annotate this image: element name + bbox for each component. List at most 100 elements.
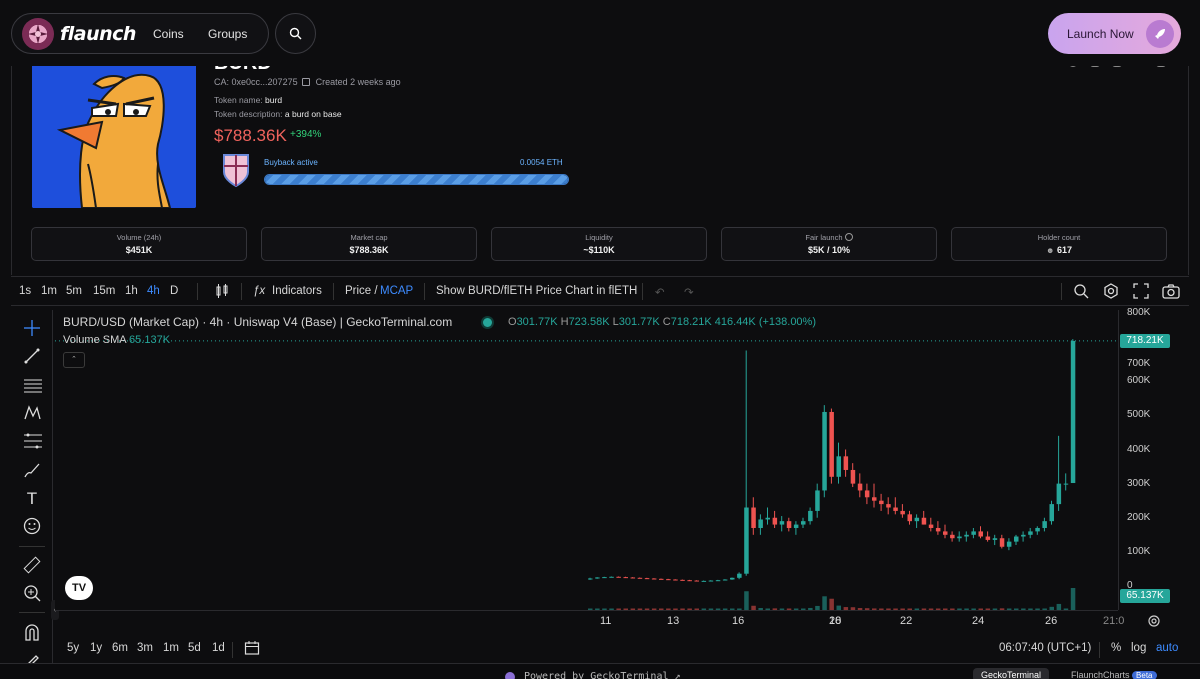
candle (950, 531, 955, 610)
zoom-icon[interactable] (1073, 283, 1089, 302)
token-panel: BURD CA: 0xe0cc...207275 Created 2 weeks… (11, 52, 1189, 275)
candle (957, 531, 962, 610)
live-status-dot (483, 318, 492, 327)
volume-bar (829, 598, 834, 610)
stat-label: Market cap (350, 233, 388, 242)
log-toggle[interactable]: log (1131, 642, 1146, 654)
search-icon (289, 27, 302, 40)
powered-by-text[interactable]: Powered by GeckoTerminal ↗ (524, 671, 681, 679)
stat-market-cap: Market cap $788.36K (261, 227, 477, 261)
candle (744, 350, 749, 610)
y-tick: 400K (1127, 444, 1151, 455)
ca-value[interactable]: 0xe0cc...207275 (232, 77, 298, 87)
axis-settings-icon[interactable] (1147, 614, 1161, 628)
interval-1s[interactable]: 1s (19, 285, 31, 297)
ruler-icon[interactable] (23, 556, 41, 574)
x-tick: 20 (829, 615, 842, 627)
candle (687, 579, 692, 610)
stat-volume: Volume (24h) $451K (31, 227, 247, 261)
stat-label-row: Fair launch (722, 233, 936, 242)
copy-icon[interactable] (302, 78, 311, 86)
horizontal-lines-icon[interactable] (23, 376, 42, 394)
auto-toggle[interactable]: auto (1156, 642, 1178, 654)
indicators-icon[interactable]: ƒx (253, 285, 265, 297)
y-tick: 600K (1127, 375, 1151, 386)
candle (864, 483, 870, 610)
range-1m[interactable]: 1m (163, 642, 179, 654)
last-price-tag: 718.21K (1120, 334, 1170, 348)
launch-now-button[interactable]: Launch Now (1048, 13, 1181, 54)
contract-address: CA: 0xe0cc...207275 Created 2 weeks ago (214, 77, 401, 87)
interval-1m[interactable]: 1m (41, 285, 57, 297)
info-icon[interactable] (844, 233, 853, 241)
candle (985, 531, 991, 610)
zoom-in-icon[interactable] (23, 584, 41, 602)
interval-5m[interactable]: 5m (66, 285, 82, 297)
emoji-icon[interactable] (23, 517, 41, 535)
tab-flaunchcharts[interactable]: FlaunchCharts Beta (1063, 668, 1165, 679)
nav-coins-link[interactable]: Coins (153, 27, 184, 41)
mcap-toggle[interactable]: MCAP (380, 285, 413, 297)
redo-icon[interactable]: ↷ (684, 285, 694, 299)
nav-groups-link[interactable]: Groups (208, 27, 247, 41)
candle (1006, 538, 1012, 610)
candle (829, 408, 834, 610)
candle (886, 497, 891, 610)
range-6m[interactable]: 6m (112, 642, 128, 654)
crosshair-icon[interactable] (23, 319, 41, 337)
indicators-button[interactable]: Indicators (272, 285, 322, 297)
collapse-legend-button[interactable]: ˆ (63, 352, 85, 368)
range-3m[interactable]: 3m (137, 642, 153, 654)
search-button[interactable] (275, 13, 316, 54)
price-axis[interactable] (1118, 310, 1189, 610)
pattern-icon[interactable] (23, 404, 41, 422)
token-image (32, 64, 196, 208)
open-label: O (508, 316, 517, 328)
candle (879, 493, 884, 610)
tradingview-logo[interactable]: TV (65, 576, 93, 600)
fib-icon[interactable] (23, 432, 42, 450)
time-axis[interactable] (55, 610, 1118, 634)
candle (737, 572, 742, 610)
interval-d[interactable]: D (170, 285, 178, 297)
y-tick: 500K (1127, 409, 1151, 420)
text-tool-icon[interactable]: T (23, 489, 41, 508)
interval-15m[interactable]: 15m (93, 285, 115, 297)
divider (232, 642, 233, 658)
candle (623, 576, 628, 610)
volume-label: Volume SMA (63, 334, 126, 346)
candlestick-chart[interactable] (55, 310, 1118, 610)
candle (1014, 534, 1019, 610)
clock-time[interactable]: 06:07:40 (UTC+1) (999, 642, 1091, 654)
candle (843, 449, 849, 610)
magnet-icon[interactable] (23, 623, 41, 641)
candles-icon[interactable] (215, 283, 229, 302)
tab-geckoterminal[interactable]: GeckoTerminal (973, 668, 1050, 679)
flaunch-logo-icon[interactable] (22, 17, 54, 50)
brand-name[interactable]: flaunch (60, 23, 136, 45)
undo-icon[interactable]: ↶ (655, 285, 665, 299)
percent-toggle[interactable]: % (1111, 642, 1121, 654)
trend-line-icon[interactable] (23, 347, 41, 365)
volume-bar (744, 591, 749, 610)
date-range-icon[interactable] (244, 640, 260, 659)
interval-1h[interactable]: 1h (125, 285, 138, 297)
close-label: C (662, 316, 671, 328)
camera-icon[interactable] (1162, 283, 1180, 302)
range-5y[interactable]: 5y (67, 642, 79, 654)
show-price-in-fleth-button[interactable]: Show BURD/flETH Price Chart in flETH (436, 285, 637, 297)
buyback-progress-fill (265, 175, 568, 184)
range-5d[interactable]: 5d (188, 642, 201, 654)
x-tick: 24 (972, 615, 985, 627)
buyback-label: Buyback active (264, 158, 318, 167)
stat-value: $5K / 10% (807, 245, 851, 255)
price-chart[interactable] (55, 310, 1118, 610)
range-1d[interactable]: 1d (212, 642, 225, 654)
range-1y[interactable]: 1y (90, 642, 102, 654)
stat-holder-count: Holder count ☻ 617 (951, 227, 1167, 261)
brush-icon[interactable] (23, 461, 41, 479)
fullscreen-icon[interactable] (1133, 283, 1149, 302)
price-toggle[interactable]: Price / (345, 285, 378, 297)
settings-gear-icon[interactable] (1103, 283, 1119, 302)
interval-4h[interactable]: 4h (147, 285, 160, 297)
